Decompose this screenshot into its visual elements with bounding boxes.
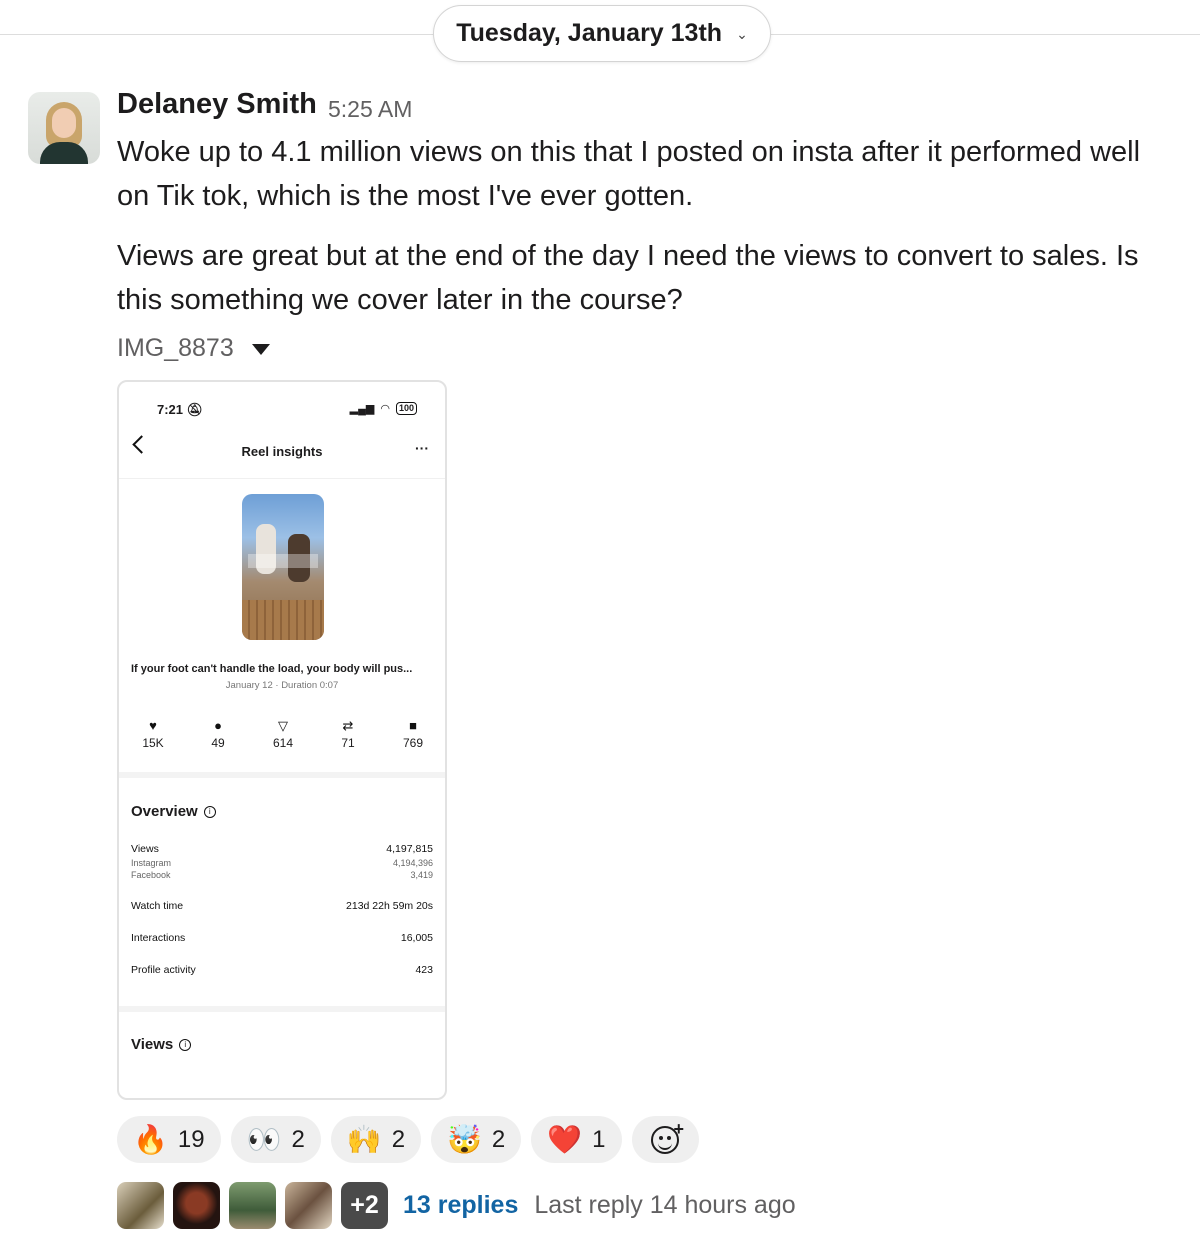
date-label: Tuesday, January 13th	[456, 19, 723, 47]
fire-icon: 🔥	[133, 1123, 168, 1155]
date-divider-button[interactable]: Tuesday, January 13th ⌄	[433, 5, 771, 62]
reaction-mind-blown[interactable]: 🤯 2	[431, 1116, 522, 1163]
battery-icon: 100	[395, 402, 417, 415]
share-icon: ▽	[278, 718, 288, 733]
caret-down-icon	[251, 344, 270, 355]
reaction-count: 19	[177, 1125, 205, 1153]
overview-heading: Overview i	[131, 803, 216, 820]
bell-muted-icon: 🔕︎	[183, 402, 204, 417]
instagram-value: 4,194,396	[392, 858, 433, 868]
reaction-eyes[interactable]: 👀 2	[230, 1116, 321, 1163]
signal-icon: ▂▄▆	[349, 403, 375, 415]
reply-avatar	[285, 1182, 332, 1229]
wifi-icon: ◠	[380, 403, 390, 415]
reply-avatar	[173, 1182, 220, 1229]
avatar[interactable]	[28, 92, 100, 164]
heart-icon: ♥	[149, 718, 157, 733]
reel-insights-title: Reel insights	[241, 444, 323, 459]
watch-time-value: 213d 22h 59m 20s	[346, 900, 433, 912]
stat-reposts: ⇄ 71	[318, 718, 378, 750]
views-section-heading: Views i	[131, 1036, 192, 1053]
views-label: Views	[131, 843, 159, 855]
facebook-label: Facebook	[131, 870, 171, 880]
reaction-heart[interactable]: ❤️ 1	[531, 1116, 622, 1163]
phone-status-icons: ▂▄▆ ◠ 100	[350, 402, 417, 415]
reply-avatar	[117, 1182, 164, 1229]
raised-hands-icon: 🙌	[346, 1123, 382, 1155]
interactions-value: 16,005	[400, 932, 433, 944]
phone-status-time: 7:21 🔕︎	[157, 402, 204, 417]
reel-date-duration: January 12 · Duration 0:07	[225, 680, 339, 691]
message-text-paragraph-2: Views are great but at the end of the da…	[117, 240, 1139, 316]
profile-activity-label: Profile activity	[131, 964, 196, 976]
reaction-count: 2	[391, 1125, 406, 1153]
reel-caption: If your foot can't handle the load, your…	[131, 663, 413, 675]
add-emoji-icon: +	[651, 1119, 684, 1154]
reel-thumbnail	[242, 494, 324, 640]
thread-summary[interactable]: +2 13 replies Last reply 14 hours ago	[117, 1182, 796, 1229]
profile-activity-value: 423	[415, 964, 433, 976]
reaction-fire[interactable]: 🔥 19	[117, 1116, 221, 1163]
reply-avatar	[229, 1182, 276, 1229]
message-timestamp[interactable]: 5:25 AM	[328, 96, 412, 123]
attachment-image[interactable]: 7:21 🔕︎ ▂▄▆ ◠ 100 Reel insights ··· If y…	[117, 380, 447, 1100]
stat-likes: ♥ 15K	[123, 718, 183, 750]
mind-blown-icon: 🤯	[447, 1123, 482, 1155]
add-reaction-button[interactable]: +	[631, 1116, 699, 1163]
chevron-down-icon: ⌄	[736, 26, 748, 42]
reaction-count: 2	[491, 1125, 506, 1153]
facebook-value: 3,419	[410, 870, 433, 880]
interactions-label: Interactions	[131, 932, 186, 944]
instagram-label: Instagram	[131, 858, 172, 868]
author-name[interactable]: Delaney Smith	[117, 88, 317, 121]
info-icon: i	[179, 1038, 192, 1051]
stat-saves: ■ 769	[383, 718, 443, 750]
reaction-count: 2	[291, 1125, 305, 1153]
stat-comments: ● 49	[188, 718, 248, 750]
attachment-toggle[interactable]: IMG_8873	[117, 334, 270, 363]
message-text-paragraph-1: Woke up to 4.1 million views on this tha…	[117, 136, 1141, 212]
reaction-count: 1	[592, 1125, 606, 1153]
more-repliers-count: +2	[341, 1182, 388, 1229]
reel-stats-row: ♥ 15K ● 49 ▽ 614 ⇄ 71 ■ 769	[119, 718, 445, 758]
watch-time-label: Watch time	[131, 900, 184, 912]
eyes-icon: 👀	[246, 1123, 282, 1155]
replies-link[interactable]: 13 replies	[403, 1191, 518, 1220]
reaction-raised-hands[interactable]: 🙌 2	[330, 1116, 422, 1163]
info-icon: i	[203, 805, 216, 818]
last-reply-time: Last reply 14 hours ago	[534, 1191, 796, 1219]
red-heart-icon: ❤️	[547, 1123, 583, 1155]
attachment-name: IMG_8873	[117, 334, 234, 362]
repost-icon: ⇄	[342, 718, 354, 733]
reactions-bar: 🔥 19 👀 2 🙌 2 🤯 2 ❤️ 1 +	[117, 1116, 699, 1163]
save-icon: ■	[409, 718, 417, 733]
comment-icon: ●	[214, 718, 222, 733]
stat-shares: ▽ 614	[253, 718, 313, 750]
more-options-icon: ···	[415, 440, 429, 456]
views-value: 4,197,815	[386, 843, 433, 855]
